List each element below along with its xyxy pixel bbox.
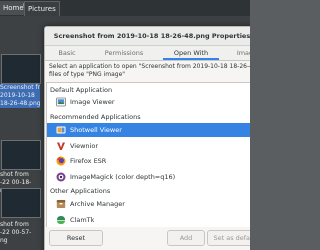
image-viewer-icon: [56, 97, 66, 107]
list-item-clamtk[interactable]: ClamTk: [47, 213, 250, 227]
list-item-archive-manager[interactable]: Archive Manager: [47, 197, 250, 211]
file-label-line: -22 00-18-: [0, 179, 32, 186]
set-as-default-button[interactable]: Set as default: [207, 230, 250, 246]
breadcrumb-pictures[interactable]: Pictures: [24, 1, 60, 17]
file-thumbnail[interactable]: [1, 140, 41, 170]
file-label-line: 18-26-48.png: [0, 100, 40, 107]
tab-permissions[interactable]: Permissions: [89, 46, 159, 60]
file-label-line: Screenshot from: [0, 84, 40, 91]
section-other-applications: Other Applications: [50, 187, 111, 195]
description-line: files of type "PNG image": [49, 71, 126, 78]
open-with-description: Select an application to open "Screensho…: [49, 63, 250, 79]
description-line: Select an application to open "Screensho…: [49, 63, 250, 70]
tab-open-with[interactable]: Open With: [163, 46, 219, 60]
breadcrumb-pictures-label: Pictures: [28, 5, 56, 13]
imagemagick-icon: [56, 172, 66, 182]
list-item-viewnior[interactable]: Viewnior: [47, 139, 250, 153]
list-item-imagemagick[interactable]: ImageMagick (color depth=q16): [47, 170, 250, 184]
reset-button[interactable]: Reset: [49, 230, 103, 246]
app-name: ClamTk: [70, 216, 95, 224]
viewnior-icon: [57, 142, 65, 150]
app-name: Shotwell Viewer: [70, 126, 122, 134]
application-list[interactable]: Default Application Image Viewer Recomme…: [46, 82, 250, 250]
firefox-icon: [56, 156, 66, 166]
app-name: Viewnior: [70, 142, 98, 150]
file-label-line: shot from: [0, 171, 29, 178]
section-recommended-applications: Recommended Applications: [50, 113, 141, 121]
file-thumbnail[interactable]: [1, 188, 41, 218]
archive-manager-icon: [56, 200, 66, 208]
app-name: Archive Manager: [70, 200, 125, 208]
dialog-footer: Reset Add Set as default: [45, 227, 250, 250]
list-item-firefox-esr[interactable]: Firefox ESR: [47, 154, 250, 168]
breadcrumb-home-label: Home: [3, 4, 24, 12]
dialog-tabs: Basic Permissions Open With Image: [45, 46, 250, 61]
file-label-line: shot from: [0, 221, 29, 228]
clamtk-icon: [57, 216, 65, 224]
list-item-shotwell-viewer[interactable]: Shotwell Viewer: [47, 123, 250, 137]
add-button[interactable]: Add: [167, 230, 205, 246]
file-label[interactable]: shot from -22 00-57- ng: [0, 221, 40, 245]
screen: Home / Pictures Screenshot from 2019-10-…: [0, 0, 250, 250]
shotwell-icon: [56, 126, 66, 134]
file-label-line: ng: [0, 237, 8, 244]
file-label[interactable]: Screenshot from 2019-10-18 18-26-48.png: [0, 84, 40, 108]
file-thumbnail[interactable]: [1, 54, 41, 84]
tab-basic[interactable]: Basic: [45, 46, 89, 60]
app-name: ImageMagick (color depth=q16): [70, 173, 176, 181]
section-default-applications: Default Application: [50, 86, 113, 94]
properties-dialog: Screenshot from 2019-10-18 18-26-48.png …: [44, 26, 250, 250]
file-label-line: -22 00-57-: [0, 229, 32, 236]
app-name: Image Viewer: [70, 98, 115, 106]
list-item-image-viewer[interactable]: Image Viewer: [47, 95, 250, 109]
file-manager-header: Home / Pictures: [0, 0, 250, 17]
dialog-title: Screenshot from 2019-10-18 18-26-48.png …: [45, 27, 250, 46]
app-name: Firefox ESR: [70, 157, 107, 165]
tab-image[interactable]: Image: [227, 46, 250, 60]
file-label-line: 2019-10-18: [0, 92, 35, 99]
